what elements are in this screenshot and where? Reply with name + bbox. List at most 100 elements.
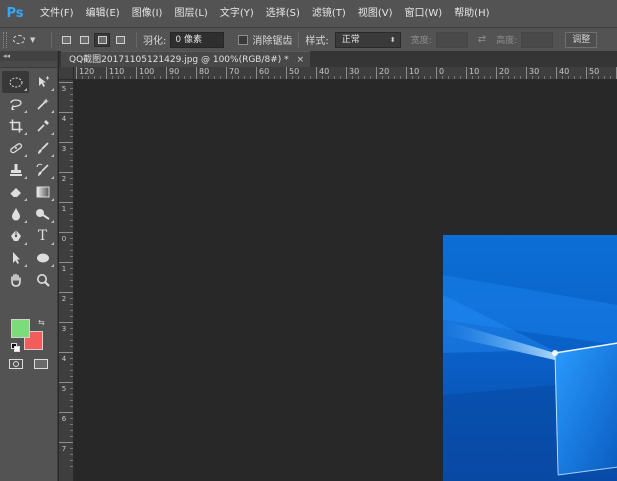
clone-stamp-icon[interactable] xyxy=(2,159,29,181)
menu-help[interactable]: 帮助(H) xyxy=(448,0,495,27)
spot-healing-icon[interactable] xyxy=(2,137,29,159)
ellipse-shape-icon[interactable] xyxy=(29,247,56,269)
tool-preset-picker[interactable]: ▼ xyxy=(13,31,45,49)
eraser-icon[interactable] xyxy=(2,181,29,203)
ruler-major-tick xyxy=(496,67,497,79)
document-tab-title: QQ截图20171105121429.jpg @ 100%(RGB/8#) * xyxy=(69,54,289,65)
style-select[interactable]: 正常 ⬍ xyxy=(334,31,401,48)
type-icon[interactable]: T xyxy=(29,225,56,247)
menu-edit[interactable]: 编辑(E) xyxy=(80,0,126,27)
ruler-major-tick xyxy=(106,67,107,79)
screen-mode-icon[interactable] xyxy=(33,359,48,369)
ruler-minor-tick xyxy=(334,76,335,79)
ruler-minor-tick xyxy=(538,76,539,79)
ruler-label: 90 xyxy=(169,67,180,76)
close-icon[interactable]: × xyxy=(297,52,305,68)
gradient-icon[interactable] xyxy=(29,181,56,203)
ruler-label: 4 xyxy=(61,355,67,363)
menu-file[interactable]: 文件(F) xyxy=(34,0,80,27)
horizontal-ruler[interactable]: 1201101009080706050403020100102030405060 xyxy=(74,67,617,80)
document-image[interactable] xyxy=(443,235,617,481)
ruler-minor-tick xyxy=(160,76,161,79)
ruler-minor-tick xyxy=(472,76,473,79)
ruler-minor-tick xyxy=(70,226,73,227)
windows-wallpaper-image xyxy=(443,235,617,481)
pen-icon[interactable] xyxy=(2,225,29,247)
width-input[interactable] xyxy=(435,31,468,48)
ruler-minor-tick xyxy=(520,76,521,79)
ruler-major-tick xyxy=(59,352,73,353)
adjust-edge-button[interactable]: 调整 xyxy=(565,31,598,48)
ruler-minor-tick xyxy=(490,76,491,79)
chevron-down-icon: ▼ xyxy=(30,35,36,44)
ruler-label: 10 xyxy=(409,67,420,76)
menu-image[interactable]: 图像(I) xyxy=(126,0,169,27)
document-tab[interactable]: QQ截图20171105121429.jpg @ 100%(RGB/8#) * … xyxy=(61,51,311,68)
foreground-color-swatch[interactable] xyxy=(11,319,30,338)
dodge-icon[interactable] xyxy=(29,203,56,225)
ruler-minor-tick xyxy=(70,394,73,395)
ruler-minor-tick xyxy=(400,76,401,79)
quick-mask-icon[interactable] xyxy=(9,359,24,369)
ruler-minor-tick xyxy=(388,76,389,79)
ruler-major-tick xyxy=(526,67,527,79)
ruler-major-tick xyxy=(59,382,73,383)
brush-icon[interactable] xyxy=(29,137,56,159)
ruler-origin[interactable] xyxy=(59,67,74,80)
mode-tools xyxy=(0,357,57,371)
ruler-minor-tick xyxy=(70,184,73,185)
ruler-minor-tick xyxy=(70,460,73,461)
vertical-ruler[interactable]: 5 4 3 2 1 0 1 2 3 4 5 6 7 xyxy=(59,80,74,481)
menu-window[interactable]: 窗口(W) xyxy=(398,0,448,27)
lasso-icon[interactable] xyxy=(2,93,29,115)
magic-wand-icon[interactable] xyxy=(29,93,56,115)
menu-type[interactable]: 文字(Y) xyxy=(214,0,260,27)
subtract-from-selection-icon[interactable] xyxy=(94,32,110,47)
ruler-minor-tick xyxy=(244,76,245,79)
panel-drag-bar[interactable] xyxy=(0,61,57,68)
ruler-major-tick xyxy=(59,412,73,413)
default-colors-icon[interactable] xyxy=(11,343,20,352)
swap-colors-icon[interactable]: ⇆ xyxy=(38,318,45,327)
add-to-selection-icon[interactable] xyxy=(76,33,92,47)
ruler-label: 30 xyxy=(349,67,360,76)
elliptical-marquee-icon[interactable] xyxy=(2,71,29,93)
hand-icon[interactable] xyxy=(2,269,29,291)
antialias-checkbox[interactable] xyxy=(238,34,249,45)
ruler-minor-tick xyxy=(88,76,89,79)
ruler-major-tick xyxy=(59,82,73,83)
ruler-label: 30 xyxy=(529,67,540,76)
menu-view[interactable]: 视图(V) xyxy=(352,0,399,27)
ruler-minor-tick xyxy=(70,448,73,449)
new-selection-icon[interactable] xyxy=(58,33,74,47)
move-icon[interactable] xyxy=(29,71,56,93)
path-selection-icon[interactable] xyxy=(2,247,29,269)
canvas-area[interactable] xyxy=(75,81,617,481)
crop-icon[interactable] xyxy=(2,115,29,137)
panel-collapse-icon[interactable]: ◂◂ xyxy=(0,51,57,61)
select-arrows-icon: ⬍ xyxy=(389,35,396,44)
menu-filter[interactable]: 滤镜(T) xyxy=(306,0,352,27)
eyedropper-icon[interactable] xyxy=(29,115,56,137)
ruler-minor-tick xyxy=(250,76,251,79)
menu-select[interactable]: 选择(S) xyxy=(260,0,306,27)
menu-layer[interactable]: 图层(L) xyxy=(168,0,213,27)
ruler-minor-tick xyxy=(598,76,599,79)
zoom-icon[interactable] xyxy=(29,269,56,291)
options-bar-grip[interactable] xyxy=(3,31,7,48)
ruler-minor-tick xyxy=(508,76,509,79)
ruler-minor-tick xyxy=(70,388,73,389)
ruler-minor-tick xyxy=(70,88,73,89)
swap-dimensions-icon[interactable]: ⇄ xyxy=(478,34,486,45)
intersect-selection-icon[interactable] xyxy=(112,33,128,47)
ruler-minor-tick xyxy=(304,76,305,79)
history-brush-icon[interactable] xyxy=(29,159,56,181)
ruler-minor-tick xyxy=(430,76,431,79)
ruler-minor-tick xyxy=(190,76,191,79)
height-input[interactable] xyxy=(521,31,554,48)
style-label: 样式: xyxy=(305,36,329,47)
blur-icon[interactable] xyxy=(2,203,29,225)
ruler-minor-tick xyxy=(70,364,73,365)
feather-input[interactable]: 0 像素 xyxy=(170,31,225,48)
ruler-major-tick xyxy=(59,172,73,173)
